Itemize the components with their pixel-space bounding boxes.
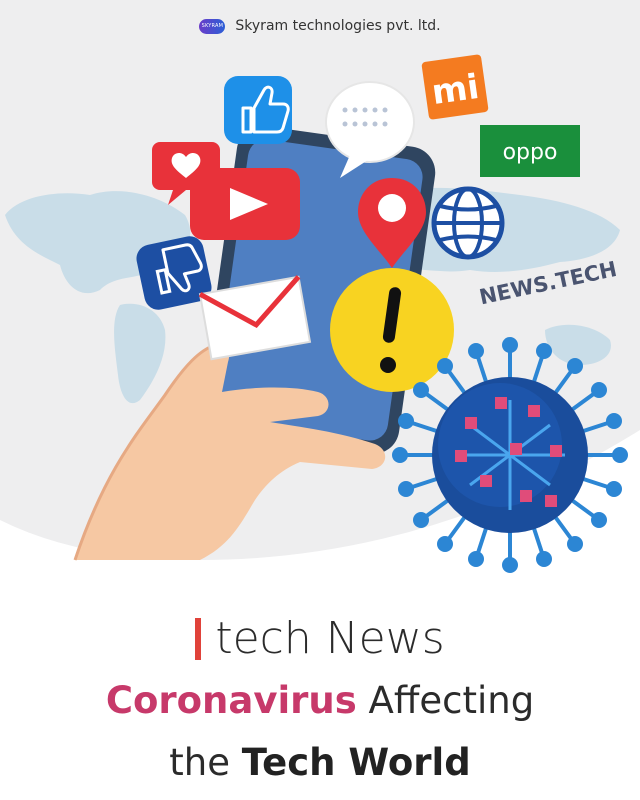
globe-icon	[431, 186, 505, 260]
poster: mi oppo NEWS.TECH SKYRAM Skyram technolo…	[0, 0, 640, 800]
red-bar-accent	[195, 618, 202, 660]
headline: tech News Coronavirus Affecting the Tech…	[0, 608, 640, 794]
headline-line-2: Coronavirus Affecting	[105, 679, 535, 722]
illustration: mi oppo NEWS.TECH	[0, 0, 640, 573]
headline-line-3: the Tech World	[169, 741, 471, 784]
svg-text:mi: mi	[429, 67, 481, 113]
oppo-logo-icon: oppo	[480, 125, 580, 177]
brand-name: Skyram technologies pvt. ltd.	[235, 18, 441, 34]
warning-icon	[330, 268, 454, 392]
mi-logo-icon: mi	[421, 54, 489, 120]
brand-header: SKYRAM Skyram technologies pvt. ltd.	[0, 18, 640, 34]
thumbs-up-icon	[224, 76, 292, 144]
svg-text:oppo: oppo	[503, 140, 558, 165]
headline-line-1: tech News	[0, 608, 640, 670]
video-play-icon	[190, 168, 300, 240]
brand-logo: SKYRAM	[199, 18, 226, 34]
